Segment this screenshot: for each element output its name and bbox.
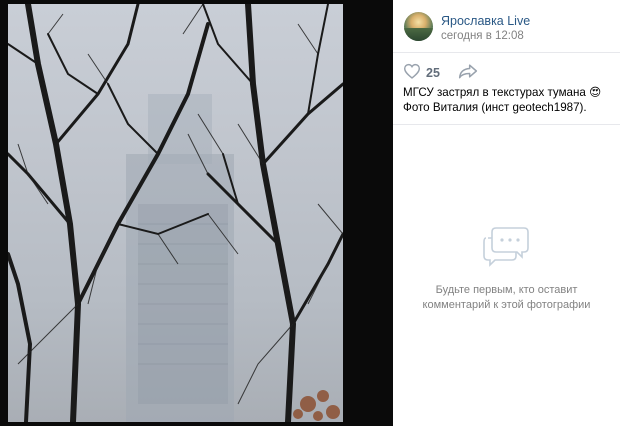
chat-bubble-icon bbox=[482, 224, 530, 273]
group-name-link[interactable]: Ярославка Live bbox=[441, 14, 530, 28]
share-arrow-icon bbox=[458, 63, 478, 84]
caption-credit: Фото Виталия (инст geotech1987). bbox=[403, 100, 587, 114]
like-button[interactable]: 25 bbox=[403, 63, 440, 84]
like-count: 25 bbox=[426, 66, 440, 80]
post-caption: МГСУ застрял в текстурах тумана 😍 Фото В… bbox=[403, 86, 611, 115]
divider bbox=[393, 124, 620, 125]
empty-comments-message: Будьте первым, кто оставит комментарий к… bbox=[422, 284, 591, 311]
post-photo[interactable] bbox=[8, 4, 343, 422]
post-actions: 25 bbox=[403, 63, 478, 84]
post-header: Ярославка Live сегодня в 12:08 bbox=[393, 0, 620, 53]
heart-eyes-emoji-icon: 😍 bbox=[589, 86, 602, 99]
post-timestamp[interactable]: сегодня в 12:08 bbox=[441, 30, 524, 42]
group-avatar[interactable] bbox=[404, 12, 433, 41]
caption-text: МГСУ застрял в текстурах тумана bbox=[403, 86, 590, 99]
photo-image bbox=[8, 4, 343, 422]
share-button[interactable] bbox=[458, 63, 478, 84]
heart-icon bbox=[403, 63, 421, 84]
post-side-panel: Ярославка Live сегодня в 12:08 25 МГСУ з… bbox=[393, 0, 620, 426]
